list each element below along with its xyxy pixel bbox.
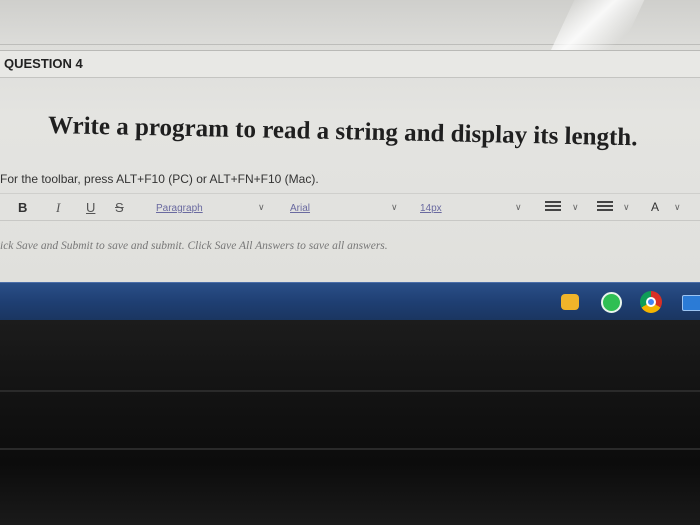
font-size-select[interactable]: 14px bbox=[420, 203, 442, 214]
chevron-down-icon[interactable]: ∨ bbox=[572, 202, 579, 213]
chevron-down-icon[interactable]: ∨ bbox=[674, 202, 681, 213]
underline-button[interactable]: U bbox=[86, 200, 95, 215]
paragraph-select[interactable]: Paragraph bbox=[156, 203, 203, 214]
windows-taskbar bbox=[0, 282, 700, 321]
bold-button[interactable]: B bbox=[18, 200, 27, 215]
laptop-bezel bbox=[0, 320, 700, 525]
font-color-button[interactable]: A bbox=[651, 200, 659, 214]
bezel-edge bbox=[0, 448, 700, 450]
bezel-edge bbox=[0, 390, 700, 392]
italic-button[interactable]: I bbox=[56, 200, 60, 216]
chrome-icon[interactable] bbox=[640, 291, 662, 313]
chevron-down-icon[interactable]: ∨ bbox=[258, 202, 265, 213]
editor-toolbar: B I U S Paragraph ∨ Arial ∨ 14px ∨ ∨ ∨ A… bbox=[0, 193, 700, 221]
chevron-down-icon[interactable]: ∨ bbox=[623, 202, 630, 213]
numbered-list-icon[interactable] bbox=[597, 201, 613, 211]
toolbar-hint: For the toolbar, press ALT+F10 (PC) or A… bbox=[0, 172, 319, 186]
strikethrough-button[interactable]: S bbox=[115, 200, 124, 215]
question-number: QUESTION 4 bbox=[4, 56, 83, 71]
lock-icon[interactable] bbox=[561, 294, 579, 310]
mail-icon[interactable] bbox=[682, 295, 700, 311]
chevron-down-icon[interactable]: ∨ bbox=[391, 202, 398, 213]
whatsapp-icon[interactable] bbox=[601, 292, 622, 313]
browser-screen: QUESTION 4 Write a program to read a str… bbox=[0, 0, 700, 288]
chevron-down-icon[interactable]: ∨ bbox=[515, 202, 522, 213]
save-instructions: ick Save and Submit to save and submit. … bbox=[0, 240, 388, 252]
font-family-select[interactable]: Arial bbox=[290, 203, 310, 214]
question-header: QUESTION 4 bbox=[0, 50, 700, 78]
question-prompt: Write a program to read a string and dis… bbox=[47, 112, 638, 152]
bullet-list-icon[interactable] bbox=[545, 201, 561, 211]
